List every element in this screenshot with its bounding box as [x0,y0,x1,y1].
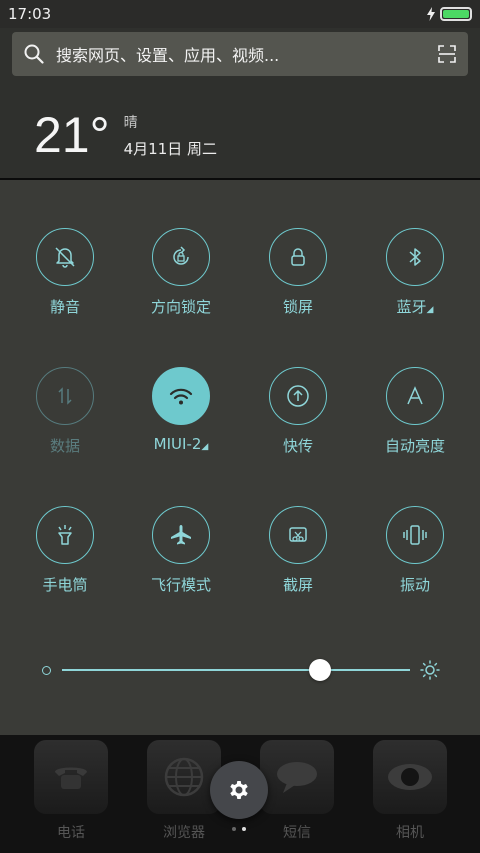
toggle-label: 振动 [399,576,430,594]
toggle-screenshot[interactable]: 截屏 [243,506,353,606]
gear-icon [230,781,248,799]
brightness-high-icon [420,660,440,680]
toggle-vibrate-circle[interactable] [386,506,444,564]
notification-header: 搜索网页、设置、应用、视频... 21° 晴 4月11日 周二 [0,28,480,178]
toggle-bluetooth[interactable]: 蓝牙◢ [360,228,470,328]
toggle-label: 锁屏 [282,298,313,316]
auto-brightness-icon [407,386,423,405]
toggle-airplane-mode[interactable]: 飞行模式 [126,506,236,606]
status-bar: 17:03 [0,0,480,28]
toggle-wifi-circle[interactable] [152,367,210,425]
toggle-mobile-data-circle[interactable] [36,367,94,425]
quick-transfer-icon [287,385,309,407]
toggle-screenshot-circle[interactable] [269,506,327,564]
toggle-silent-circle[interactable] [36,228,94,286]
data-arrows-icon [58,387,72,405]
lock-icon [291,248,305,266]
toggle-label: 截屏 [282,576,313,594]
brightness-slider[interactable] [40,659,440,681]
toggle-flashlight[interactable]: 手电筒 [10,506,120,606]
page-dot-active [242,827,246,831]
toggle-label: 飞行模式 [150,576,211,594]
search-icon [24,44,44,64]
airplane-icon [171,525,191,545]
toggle-label: MIUI-2◢ [153,435,209,453]
screenshot-icon [289,527,307,542]
dock-app-phone[interactable]: 电话 [33,740,109,842]
toggle-label: 快传 [282,437,313,455]
toggle-lock-screen-circle[interactable] [269,228,327,286]
camera-icon[interactable] [373,740,447,814]
toggle-airplane-mode-circle[interactable] [152,506,210,564]
scan-icon[interactable] [438,45,456,63]
wifi-icon [169,388,193,405]
phone-icon[interactable] [34,740,108,814]
dock-label: 电话 [57,825,85,841]
brightness-track[interactable] [62,669,410,671]
weather-condition: 晴 [123,114,138,131]
settings-button[interactable] [210,761,268,819]
dock-app-messages[interactable]: 短信 [259,740,335,842]
weather-widget[interactable]: 21° 晴 4月11日 周二 [34,110,217,160]
battery-level [443,10,469,18]
charging-icon [427,7,435,21]
toggle-wifi[interactable]: MIUI-2◢ [126,367,236,467]
vibrate-icon [403,525,427,545]
toggle-rotation-lock-circle[interactable] [152,228,210,286]
toggle-label: 方向锁定 [150,298,211,316]
brightness-low-icon [42,666,51,675]
toggle-silent[interactable]: 静音 [10,228,120,328]
page-indicator [232,827,246,831]
toggle-label: 数据 [49,437,80,455]
dock-label: 浏览器 [163,825,205,841]
toggle-label: 蓝牙◢ [396,298,434,316]
status-indicators [426,7,472,21]
toggle-label: 自动亮度 [384,437,445,455]
toggle-label: 手电筒 [42,576,88,594]
temperature: 21° [34,107,110,163]
globe-icon[interactable] [147,740,221,814]
dock-app-camera[interactable]: 相机 [372,740,448,842]
toggle-bluetooth-circle[interactable] [386,228,444,286]
dock-label: 相机 [396,825,424,841]
toggle-quick-transfer[interactable]: 快传 [243,367,353,467]
flashlight-icon [58,525,72,545]
toggle-auto-brightness[interactable]: 自动亮度 [360,367,470,467]
brightness-thumb[interactable] [308,659,331,681]
toggle-mobile-data[interactable]: 数据 [10,367,120,467]
dock-label: 短信 [283,825,311,841]
bell-off-icon [55,247,75,268]
date-text: 4月11日 周二 [123,139,218,158]
toggle-quick-transfer-circle[interactable] [269,367,327,425]
search-bar[interactable]: 搜索网页、设置、应用、视频... [12,32,468,76]
toggle-rotation-lock[interactable]: 方向锁定 [126,228,236,328]
message-icon[interactable] [260,740,334,814]
bluetooth-icon [409,248,421,266]
toggle-lock-screen[interactable]: 锁屏 [243,228,353,328]
toggle-auto-brightness-circle[interactable] [386,367,444,425]
battery-icon [440,7,472,21]
toggle-flashlight-circle[interactable] [36,506,94,564]
toggle-label: 静音 [49,298,80,316]
dropdown-indicator-icon: ◢ [201,442,209,452]
dropdown-indicator-icon: ◢ [426,305,434,315]
page-dot [232,827,236,831]
status-time: 17:03 [8,5,52,23]
quick-settings-panel: 静音 方向锁定 锁屏 蓝牙◢ 数据 MIUI-2◢ 快传 自动亮度 手电筒 飞行… [0,180,480,735]
rotation-lock-icon [173,246,189,265]
search-input[interactable]: 搜索网页、设置、应用、视频... [56,42,438,66]
toggle-vibrate[interactable]: 振动 [360,506,470,606]
